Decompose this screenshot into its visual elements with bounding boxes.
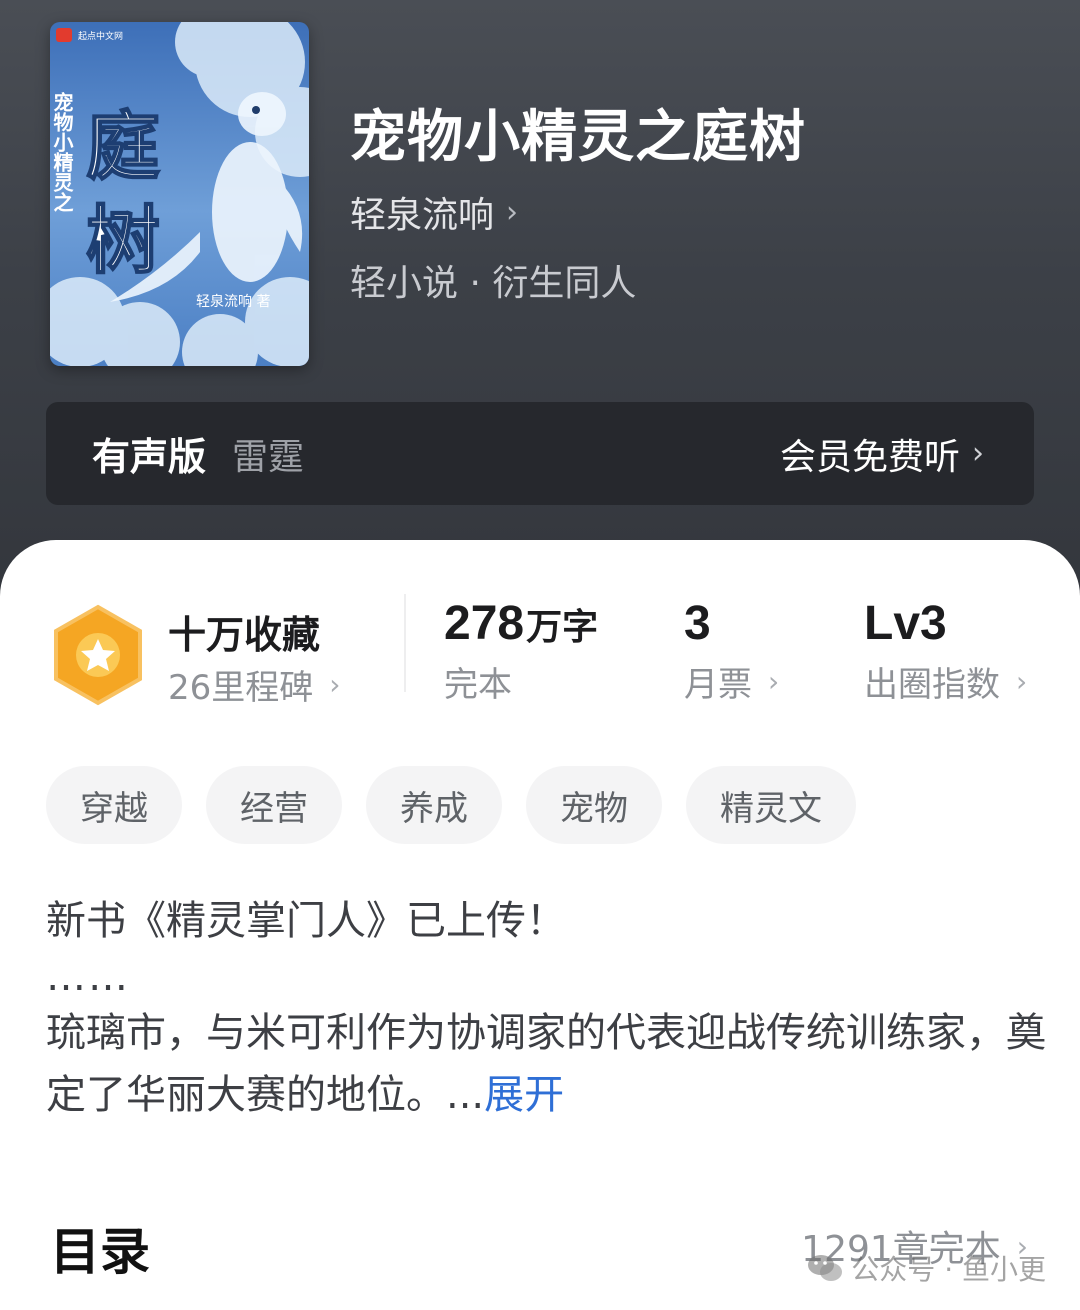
tag-chip[interactable]: 宠物 (526, 766, 662, 844)
wechat-icon (808, 1255, 843, 1281)
chevron-right-icon: › (506, 194, 519, 230)
chevron-right-icon: › (329, 668, 341, 701)
book-header: 起点中文网 宠物小精灵之 庭 树 轻泉流响 著 宠物小精灵之庭树 轻泉流响 › … (0, 0, 1080, 620)
popularity-label: 出圈指数 (864, 665, 1000, 705)
star-hexagon-badge-icon (54, 604, 142, 706)
listen-free-button[interactable]: 会员免费听 › (780, 428, 984, 480)
audio-edition-bar[interactable]: 有声版 雷霆 会员免费听 › (46, 402, 1034, 505)
synopsis-ellipsis: …… (46, 954, 130, 1000)
monthly-ticket-number: 3 (684, 597, 711, 650)
tag-list: 穿越 经营 养成 宠物 精灵文 (46, 766, 856, 844)
stats-divider (404, 594, 406, 692)
tag-chip[interactable]: 精灵文 (686, 766, 856, 844)
book-synopsis: 新书《精灵掌门人》已上传！ …… 琉璃市，与米可利作为协调家的代表迎战传统训练家… (46, 890, 1046, 1126)
book-genre: 轻小说 · 衍生同人 (350, 263, 637, 304)
synopsis-body: 琉璃市，与米可利作为协调家的代表迎战传统训练家，奠定了华丽大赛的地位。...展开 (46, 1002, 1046, 1126)
tag-chip[interactable]: 穿越 (46, 766, 182, 844)
watermark: 公众号 · 鱼小更 (807, 1248, 1046, 1288)
monthly-ticket-label: 月票 (684, 665, 752, 705)
collection-milestone-title: 十万收藏 (168, 613, 321, 657)
word-count-unit: 万字 (526, 607, 599, 648)
watermark-text: 公众号 · 鱼小更 (851, 1253, 1046, 1286)
table-of-contents-title: 目录 (50, 1223, 150, 1281)
cover-illustration: 起点中文网 宠物小精灵之 庭 树 轻泉流响 著 (50, 22, 309, 366)
author-link[interactable]: 轻泉流响 › (350, 186, 518, 238)
popularity-level: Lv3 (864, 597, 947, 650)
cover-title-small: 宠物小精灵之 (50, 91, 74, 212)
tag-chip[interactable]: 经营 (206, 766, 342, 844)
audio-label: 有声版 (92, 435, 207, 479)
tag-chip[interactable]: 养成 (366, 766, 502, 844)
chevron-right-icon: › (1016, 665, 1028, 698)
audio-narrator: 雷霆 (232, 436, 305, 478)
word-count-number: 278 (444, 597, 525, 650)
cover-publisher: 起点中文网 (78, 30, 123, 42)
author-name: 轻泉流响 (350, 195, 495, 236)
popularity-index-stat[interactable]: Lv3 出圈指数 › (864, 596, 1027, 706)
cover-title-large-2: 树 (86, 198, 160, 284)
milestone-count: 26里程碑 (168, 668, 314, 708)
chevron-right-icon: › (972, 436, 984, 471)
expand-synopsis-link[interactable]: 展开 (484, 1072, 564, 1118)
cover-title-large-1: 庭 (86, 104, 160, 190)
milestone-link[interactable]: 26里程碑 › (168, 660, 340, 709)
chevron-right-icon: › (768, 665, 780, 698)
monthly-ticket-stat[interactable]: 3 月票 › (684, 596, 779, 706)
synopsis-line: 新书《精灵掌门人》已上传！ (46, 898, 566, 944)
listen-free-label: 会员免费听 (779, 436, 960, 478)
publisher-logo-icon (56, 28, 72, 42)
book-cover[interactable]: 起点中文网 宠物小精灵之 庭 树 轻泉流响 著 (50, 22, 309, 366)
cover-author-credit: 轻泉流响 著 (196, 293, 270, 310)
completion-status: 完本 (444, 665, 512, 705)
word-count-stat: 278万字 完本 (444, 596, 598, 706)
book-title: 宠物小精灵之庭树 (350, 104, 806, 170)
